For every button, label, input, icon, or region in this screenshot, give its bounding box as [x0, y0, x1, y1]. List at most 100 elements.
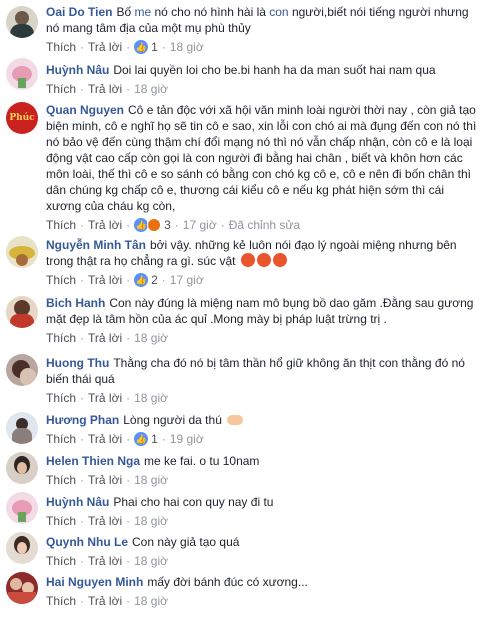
- comment-author[interactable]: Oai Do Tien: [46, 5, 112, 19]
- reaction-count[interactable]: 👍 1: [134, 39, 158, 55]
- timestamp[interactable]: 18 giờ: [134, 330, 168, 346]
- timestamp[interactable]: 18 giờ: [170, 39, 204, 55]
- avatar-logo-text: Phúc: [9, 113, 35, 123]
- comment-actions: Thích · Trả lời · 18 giờ: [46, 390, 168, 406]
- like-link[interactable]: Thích: [46, 81, 76, 97]
- comment: Huong Thu Thằng cha đó nó bị tâm thần hổ …: [0, 352, 486, 410]
- reply-link[interactable]: Trả lời: [88, 553, 122, 569]
- timestamp[interactable]: 18 giờ: [134, 513, 168, 529]
- reply-link[interactable]: Trả lời: [88, 593, 122, 609]
- timestamp[interactable]: 18 giờ: [134, 81, 168, 97]
- comment-author[interactable]: Hương Phan: [46, 413, 119, 427]
- pointing-hand-emoji-icon: [227, 415, 244, 425]
- timestamp[interactable]: 17 giờ: [183, 217, 217, 233]
- timestamp[interactable]: 19 giờ: [170, 431, 204, 447]
- angry-emoji-icon: [240, 253, 255, 267]
- comment: Phúc Quan Nguyen Cô e tản độc với xã hội …: [0, 100, 486, 234]
- avatar[interactable]: [6, 58, 38, 90]
- angry-emoji-icon: [272, 253, 287, 267]
- reaction-count[interactable]: 👍 1: [134, 431, 158, 447]
- comment-text: Oai Do Tien Bố me nó cho nó hình hài là c…: [46, 5, 469, 35]
- comment-list: Oai Do Tien Bố me nó cho nó hình hài là c…: [0, 0, 486, 614]
- angry-emoji-icon: [256, 253, 271, 267]
- reply-link[interactable]: Trả lời: [88, 217, 122, 233]
- comment: Huỳnh Nâu Phai cho hai con quy nay đi tu …: [0, 490, 486, 530]
- comment-text: Huỳnh Nâu Phai cho hai con quy nay đi tu: [46, 495, 274, 509]
- avatar[interactable]: [6, 236, 38, 268]
- timestamp[interactable]: 17 giờ: [170, 272, 204, 288]
- avatar[interactable]: [6, 354, 38, 386]
- mention-link[interactable]: me: [134, 5, 151, 19]
- like-link[interactable]: Thích: [46, 272, 76, 288]
- like-link[interactable]: Thích: [46, 513, 76, 529]
- comment-text: Quan Nguyen Cô e tản độc với xã hội văn m…: [46, 103, 477, 213]
- mention-link[interactable]: con: [269, 5, 288, 19]
- comment: Hai Nguyen Minh mấy đời bánh đúc có xương…: [0, 570, 486, 614]
- comment-author[interactable]: Huỳnh Nâu: [46, 495, 109, 509]
- reply-link[interactable]: Trả lời: [88, 513, 122, 529]
- comment: Oai Do Tien Bố me nó cho nó hình hài là c…: [0, 0, 486, 56]
- comment: Nguyễn Minh Tân bởi vậy. những kẻ luôn nó…: [0, 234, 486, 294]
- avatar[interactable]: [6, 452, 38, 484]
- comment-text: Nguyễn Minh Tân bởi vậy. những kẻ luôn nó…: [46, 238, 457, 268]
- comment-author[interactable]: Hai Nguyen Minh: [46, 575, 143, 589]
- like-link[interactable]: Thích: [46, 330, 76, 346]
- comment-author[interactable]: Huỳnh Nâu: [46, 63, 109, 77]
- avatar[interactable]: [6, 296, 38, 328]
- comment-author[interactable]: Helen Thien Nga: [46, 454, 140, 468]
- reply-link[interactable]: Trả lời: [88, 431, 122, 447]
- angry-reaction-icon: [147, 218, 162, 232]
- comment-actions: Thích · Trả lời · 18 giờ: [46, 330, 168, 346]
- avatar[interactable]: Phúc: [6, 102, 38, 134]
- comment: Hương Phan Lòng người da thú Thích · Trả …: [0, 410, 486, 450]
- reply-link[interactable]: Trả lời: [88, 390, 122, 406]
- timestamp[interactable]: 18 giờ: [134, 593, 168, 609]
- comment-text: Huong Thu Thằng cha đó nó bị tâm thần hổ …: [46, 356, 465, 386]
- comment-actions: Thích · Trả lời · 👍 3 · 17 giờ · Đã chỉnh…: [46, 217, 301, 233]
- avatar[interactable]: [6, 6, 38, 38]
- reaction-count[interactable]: 👍 3: [134, 217, 171, 233]
- like-link[interactable]: Thích: [46, 593, 76, 609]
- like-link[interactable]: Thích: [46, 39, 76, 55]
- reply-link[interactable]: Trả lời: [88, 39, 122, 55]
- comment: Quynh Nhu Le Con này giả tạo quá Thích · …: [0, 530, 486, 570]
- avatar[interactable]: [6, 572, 38, 604]
- timestamp[interactable]: 18 giờ: [134, 472, 168, 488]
- comment-author[interactable]: Huong Thu: [46, 356, 109, 370]
- thumbs-up-icon: 👍: [134, 40, 149, 54]
- comment-actions: Thích · Trả lời · 18 giờ: [46, 553, 168, 569]
- comment-actions: Thích · Trả lời · 18 giờ: [46, 513, 168, 529]
- like-link[interactable]: Thích: [46, 217, 76, 233]
- edited-label[interactable]: Đã chỉnh sửa: [229, 217, 300, 233]
- reply-link[interactable]: Trả lời: [88, 272, 122, 288]
- avatar[interactable]: [6, 412, 38, 444]
- comment-text: Hai Nguyen Minh mấy đời bánh đúc có xương…: [46, 575, 308, 589]
- thumbs-up-icon: 👍: [134, 432, 149, 446]
- comment-actions: Thích · Trả lời · 👍 2 · 17 giờ: [46, 272, 204, 288]
- comment-text: Helen Thien Nga me ke fai. o tu 10nam: [46, 454, 260, 468]
- comment-actions: Thích · Trả lời · 18 giờ: [46, 593, 168, 609]
- reply-link[interactable]: Trả lời: [88, 330, 122, 346]
- comment-author[interactable]: Bich Hanh: [46, 296, 105, 310]
- like-link[interactable]: Thích: [46, 431, 76, 447]
- comment-author[interactable]: Nguyễn Minh Tân: [46, 238, 146, 252]
- like-link[interactable]: Thích: [46, 472, 76, 488]
- thumbs-up-icon: 👍: [134, 218, 149, 232]
- comment-actions: Thích · Trả lời · 👍 1 · 18 giờ: [46, 39, 204, 55]
- comment: Huỳnh Nâu Doi lai quyền loi cho be.bi han…: [0, 56, 486, 100]
- timestamp[interactable]: 18 giờ: [134, 390, 168, 406]
- avatar[interactable]: [6, 532, 38, 564]
- comment: Bich Hanh Con này đúng là miệng nam mô bụ…: [0, 294, 486, 352]
- like-link[interactable]: Thích: [46, 390, 76, 406]
- comment-author[interactable]: Quan Nguyen: [46, 103, 124, 117]
- reply-link[interactable]: Trả lời: [88, 472, 122, 488]
- avatar[interactable]: [6, 492, 38, 524]
- reply-link[interactable]: Trả lời: [88, 81, 122, 97]
- reaction-count[interactable]: 👍 2: [134, 272, 158, 288]
- timestamp[interactable]: 18 giờ: [134, 553, 168, 569]
- comment-text: Bich Hanh Con này đúng là miệng nam mô bụ…: [46, 296, 474, 326]
- comment-author[interactable]: Quynh Nhu Le: [46, 535, 128, 549]
- comment-actions: Thích · Trả lời · 18 giờ: [46, 81, 168, 97]
- like-link[interactable]: Thích: [46, 553, 76, 569]
- thumbs-up-icon: 👍: [134, 273, 149, 287]
